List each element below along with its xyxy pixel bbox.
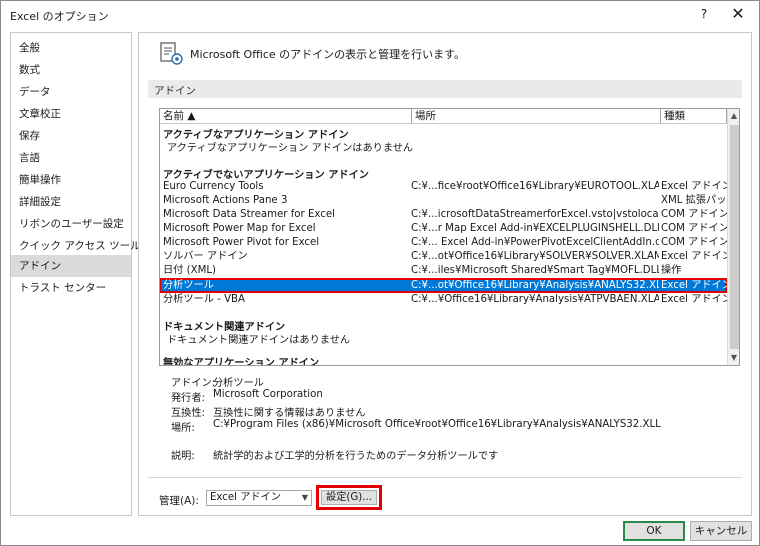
sidebar-item-customize-ribbon[interactable]: リボンのユーザー設定 — [11, 213, 131, 235]
detail-value-addin: 分析ツール — [213, 378, 264, 389]
table-row[interactable]: Microsoft Actions Pane 3 XML 拡張パック — [160, 194, 727, 207]
sidebar-item-trust-center[interactable]: トラスト センター — [11, 277, 131, 299]
addin-location: C:¥... Excel Add-in¥PowerPivotExcelClien… — [411, 237, 659, 248]
addin-type: Excel アドイン — [661, 294, 727, 305]
addin-type: XML 拡張パック — [661, 195, 727, 206]
manage-dropdown-value: Excel アドイン — [210, 492, 281, 503]
manage-label: 管理(A): — [159, 495, 199, 507]
sidebar-item-general[interactable]: 全般 — [11, 37, 131, 59]
sidebar-item-advanced[interactable]: 詳細設定 — [11, 191, 131, 213]
addin-location: C:¥...icrosoftDataStreamerforExcel.vsto|… — [411, 209, 659, 220]
sidebar-item-data[interactable]: データ — [11, 81, 131, 103]
table-row[interactable]: ソルバー アドイン C:¥...ot¥Office16¥Library¥SOLV… — [160, 250, 727, 263]
table-row[interactable]: 日付 (XML) C:¥...iles¥Microsoft Shared¥Sma… — [160, 264, 726, 277]
addin-name: Microsoft Actions Pane 3 — [163, 195, 288, 206]
table-row[interactable]: Microsoft Power Map for Excel C:¥...r Ma… — [160, 222, 727, 235]
help-button[interactable]: ? — [691, 3, 717, 25]
title-bar: Excel のオプション ? ✕ — [1, 1, 759, 29]
ok-button[interactable]: OK — [623, 521, 685, 541]
table-row-selected[interactable]: 分析ツール C:¥...ot¥Office16¥Library¥Analysis… — [160, 278, 727, 293]
list-scrollbar[interactable]: ▲ ▼ — [727, 109, 739, 365]
addin-location: C:¥...ot¥Office16¥Library¥Analysis¥ANALY… — [411, 280, 659, 291]
divider — [148, 477, 742, 478]
detail-label-publisher: 発行者: — [171, 393, 205, 404]
addin-location: C:¥...r Map Excel Add-in¥EXCELPLUGINSHEL… — [411, 223, 659, 234]
addin-name: 日付 (XML) — [163, 265, 217, 276]
detail-value-description: 統計学的および工学的分析を行うためのデータ分析ツールです — [213, 451, 499, 462]
table-row[interactable]: Euro Currency Tools C:¥...fice¥root¥Offi… — [160, 180, 727, 193]
addin-type: COM アドイン — [661, 223, 727, 234]
sidebar-item-language[interactable]: 言語 — [11, 147, 131, 169]
addin-location: C:¥...ot¥Office16¥Library¥SOLVER¥SOLVER.… — [411, 251, 659, 262]
gear-settings-icon — [160, 42, 183, 65]
column-header-type[interactable]: 種類 — [661, 109, 727, 124]
addin-name: Microsoft Data Streamer for Excel — [163, 209, 335, 220]
go-button[interactable]: 設定(G)... — [321, 490, 377, 505]
addin-type: Excel アドイン — [661, 181, 727, 192]
addin-type: COM アドイン — [661, 237, 727, 248]
window-title: Excel のオプション — [10, 10, 109, 23]
manage-dropdown[interactable]: Excel アドイン ▼ — [206, 490, 312, 506]
scroll-down-arrow-icon[interactable]: ▼ — [728, 351, 739, 365]
addin-type: 操作 — [661, 265, 682, 276]
empty-message-active: アクティブなアプリケーション アドインはありません — [167, 143, 414, 154]
chevron-down-icon: ▼ — [301, 493, 308, 502]
detail-label-addin: アドイン: — [171, 378, 216, 389]
empty-message-document: ドキュメント関連アドインはありません — [167, 335, 351, 346]
addin-name: Microsoft Power Map for Excel — [163, 223, 316, 234]
sidebar-item-addins[interactable]: アドイン — [11, 255, 131, 277]
addin-name: Euro Currency Tools — [163, 181, 264, 192]
addin-location: C:¥...iles¥Microsoft Shared¥Smart Tag¥MO… — [411, 265, 659, 276]
table-row[interactable]: 分析ツール - VBA C:¥...¥Office16¥Library¥Anal… — [160, 293, 727, 306]
sidebar-nav: 全般 数式 データ 文章校正 保存 言語 簡単操作 詳細設定 リボンのユーザー設… — [10, 32, 165, 516]
scroll-up-arrow-icon[interactable]: ▲ — [728, 109, 739, 123]
detail-value-publisher: Microsoft Corporation — [213, 389, 323, 400]
sidebar-item-quick-access-toolbar[interactable]: クイック アクセス ツール バー — [11, 235, 165, 257]
main-panel: Microsoft Office のアドインの表示と管理を行います。 アドイン … — [138, 32, 752, 516]
sidebar-item-proofing[interactable]: 文章校正 — [11, 103, 131, 125]
scroll-thumb[interactable] — [730, 125, 739, 349]
addin-type: Excel アドイン — [661, 280, 727, 291]
detail-value-compatibility: 互換性に関する情報はありません — [213, 408, 366, 419]
sidebar-item-accessibility[interactable]: 簡単操作 — [11, 169, 131, 191]
addin-location: C:¥...¥Office16¥Library¥Analysis¥ATPVBAE… — [411, 294, 659, 305]
detail-label-compatibility: 互換性: — [171, 408, 205, 419]
cancel-button[interactable]: キャンセル — [690, 521, 752, 541]
go-button-highlight: 設定(G)... — [316, 485, 382, 510]
group-title-disabled: 無効なアプリケーション アドイン — [163, 358, 320, 366]
addin-name: 分析ツール - VBA — [163, 294, 246, 305]
close-button[interactable]: ✕ — [723, 3, 753, 25]
page-description: Microsoft Office のアドインの表示と管理を行います。 — [190, 48, 466, 61]
addin-name: 分析ツール — [163, 280, 214, 291]
addin-type: COM アドイン — [661, 209, 727, 220]
group-title-inactive: アクティブでないアプリケーション アドイン — [163, 170, 369, 181]
sidebar-item-save[interactable]: 保存 — [11, 125, 131, 147]
detail-label-location: 場所: — [171, 423, 195, 434]
section-header: アドイン — [148, 80, 742, 98]
detail-label-description: 説明: — [171, 451, 195, 462]
table-row[interactable]: Microsoft Data Streamer for Excel C:¥...… — [160, 208, 727, 221]
sidebar-item-formulas[interactable]: 数式 — [11, 59, 131, 81]
addin-type: Excel アドイン — [661, 251, 727, 262]
section-title: アドイン — [154, 85, 196, 97]
options-dialog: Excel のオプション ? ✕ 全般 数式 データ 文章校正 保存 言語 簡単… — [0, 0, 760, 546]
addin-location: C:¥...fice¥root¥Office16¥Library¥EUROTOO… — [411, 181, 659, 192]
detail-value-location: C:¥Program Files (x86)¥Microsoft Office¥… — [213, 419, 661, 430]
table-row[interactable]: Microsoft Power Pivot for Excel C:¥... E… — [160, 236, 727, 249]
column-header-location[interactable]: 場所 — [412, 109, 661, 124]
addin-name: Microsoft Power Pivot for Excel — [163, 237, 320, 248]
addin-name: ソルバー アドイン — [163, 251, 248, 262]
addin-list[interactable]: 名前 ▲ 場所 種類 アクティブなアプリケーション アドイン アクティブなアプリ… — [159, 108, 740, 366]
column-header-name[interactable]: 名前 ▲ — [160, 109, 412, 124]
